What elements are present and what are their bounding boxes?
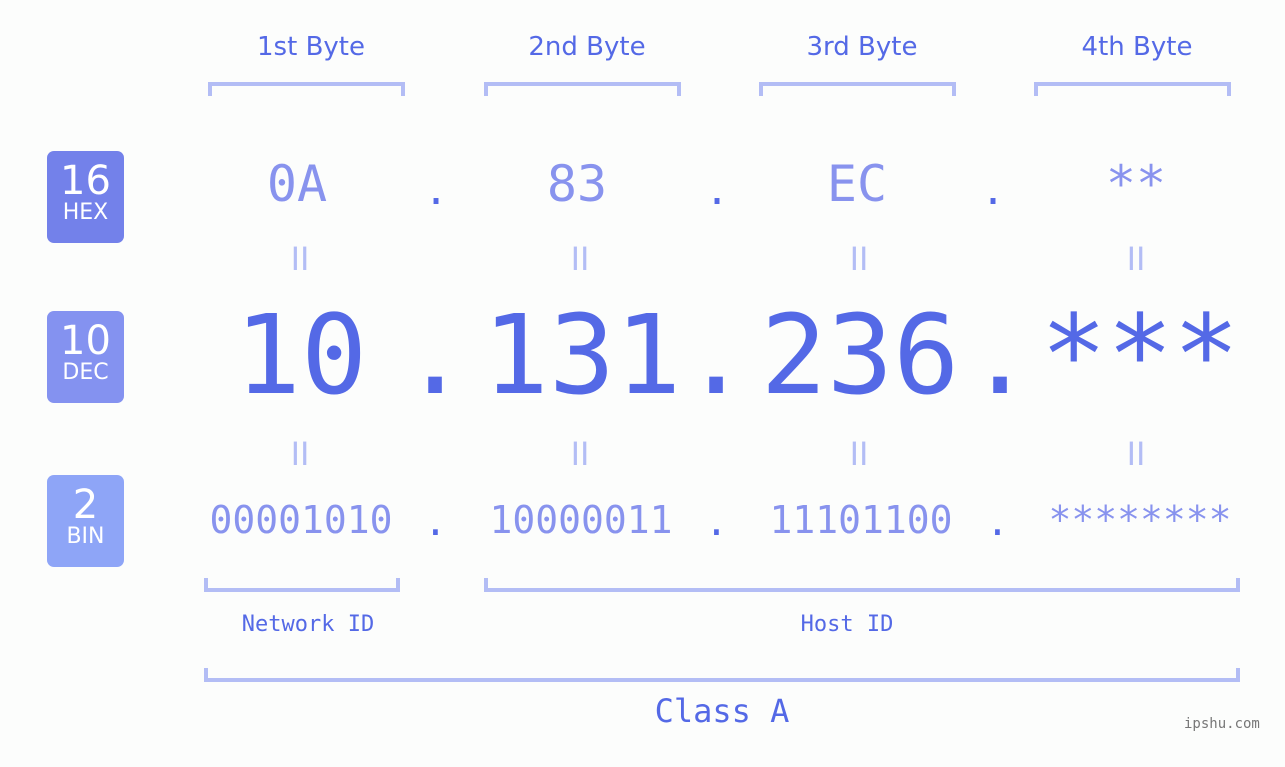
hex-label: HEX	[62, 200, 109, 225]
dec-dot-3: .	[967, 291, 1034, 419]
dec-dot-1: .	[402, 291, 469, 419]
bin-byte-1: 00001010	[209, 498, 393, 542]
byte-header-2: 2nd Byte	[528, 32, 646, 62]
hex-byte-2: 83	[546, 155, 608, 213]
hex-byte-4: **	[1105, 155, 1167, 213]
equals-icon: II	[849, 435, 869, 473]
watermark: ipshu.com	[1184, 716, 1260, 732]
bin-byte-3: 11101100	[769, 498, 953, 542]
bin-dot-1: .	[424, 500, 447, 544]
equals-icon: II	[849, 240, 869, 278]
byte-bracket-2	[484, 82, 681, 96]
equals-icon: II	[290, 240, 310, 278]
byte-bracket-1	[208, 82, 405, 96]
dec-badge: 10 DEC	[47, 311, 124, 403]
hex-dot-3: .	[981, 168, 1006, 214]
hex-badge: 16 HEX	[47, 151, 124, 243]
bin-badge: 2 BIN	[47, 475, 124, 567]
dec-base: 10	[60, 318, 111, 364]
class-label: Class A	[654, 692, 790, 730]
hex-dot-1: .	[424, 168, 449, 214]
bin-base: 2	[72, 482, 99, 528]
byte-header-3: 3rd Byte	[806, 32, 918, 62]
byte-header-1: 1st Byte	[257, 32, 365, 62]
dec-byte-3: 236	[760, 291, 960, 419]
bin-dot-2: .	[705, 500, 728, 544]
equals-icon: II	[1126, 435, 1146, 473]
byte-bracket-4	[1034, 82, 1231, 96]
byte-bracket-3	[759, 82, 956, 96]
dec-byte-1: 10	[234, 291, 368, 419]
equals-icon: II	[1126, 240, 1146, 278]
host-id-label: Host ID	[800, 612, 894, 637]
bin-dot-3: .	[986, 500, 1009, 544]
equals-icon: II	[570, 435, 590, 473]
network-id-label: Network ID	[241, 612, 375, 637]
dec-byte-4: ***	[1040, 291, 1240, 419]
hex-base: 16	[60, 158, 111, 204]
bin-label: BIN	[66, 524, 105, 549]
byte-header-4: 4th Byte	[1081, 32, 1193, 62]
bin-byte-2: 10000011	[489, 498, 673, 542]
hex-dot-2: .	[705, 168, 730, 214]
class-bracket	[204, 668, 1240, 682]
dec-dot-2: .	[683, 291, 750, 419]
dec-byte-2: 131	[482, 291, 682, 419]
hex-byte-3: EC	[826, 155, 888, 213]
equals-icon: II	[290, 435, 310, 473]
network-bracket	[204, 578, 400, 592]
host-bracket	[484, 578, 1240, 592]
dec-label: DEC	[62, 360, 109, 385]
bin-byte-4: ********	[1048, 498, 1232, 542]
equals-icon: II	[570, 240, 590, 278]
hex-byte-1: 0A	[266, 155, 328, 213]
